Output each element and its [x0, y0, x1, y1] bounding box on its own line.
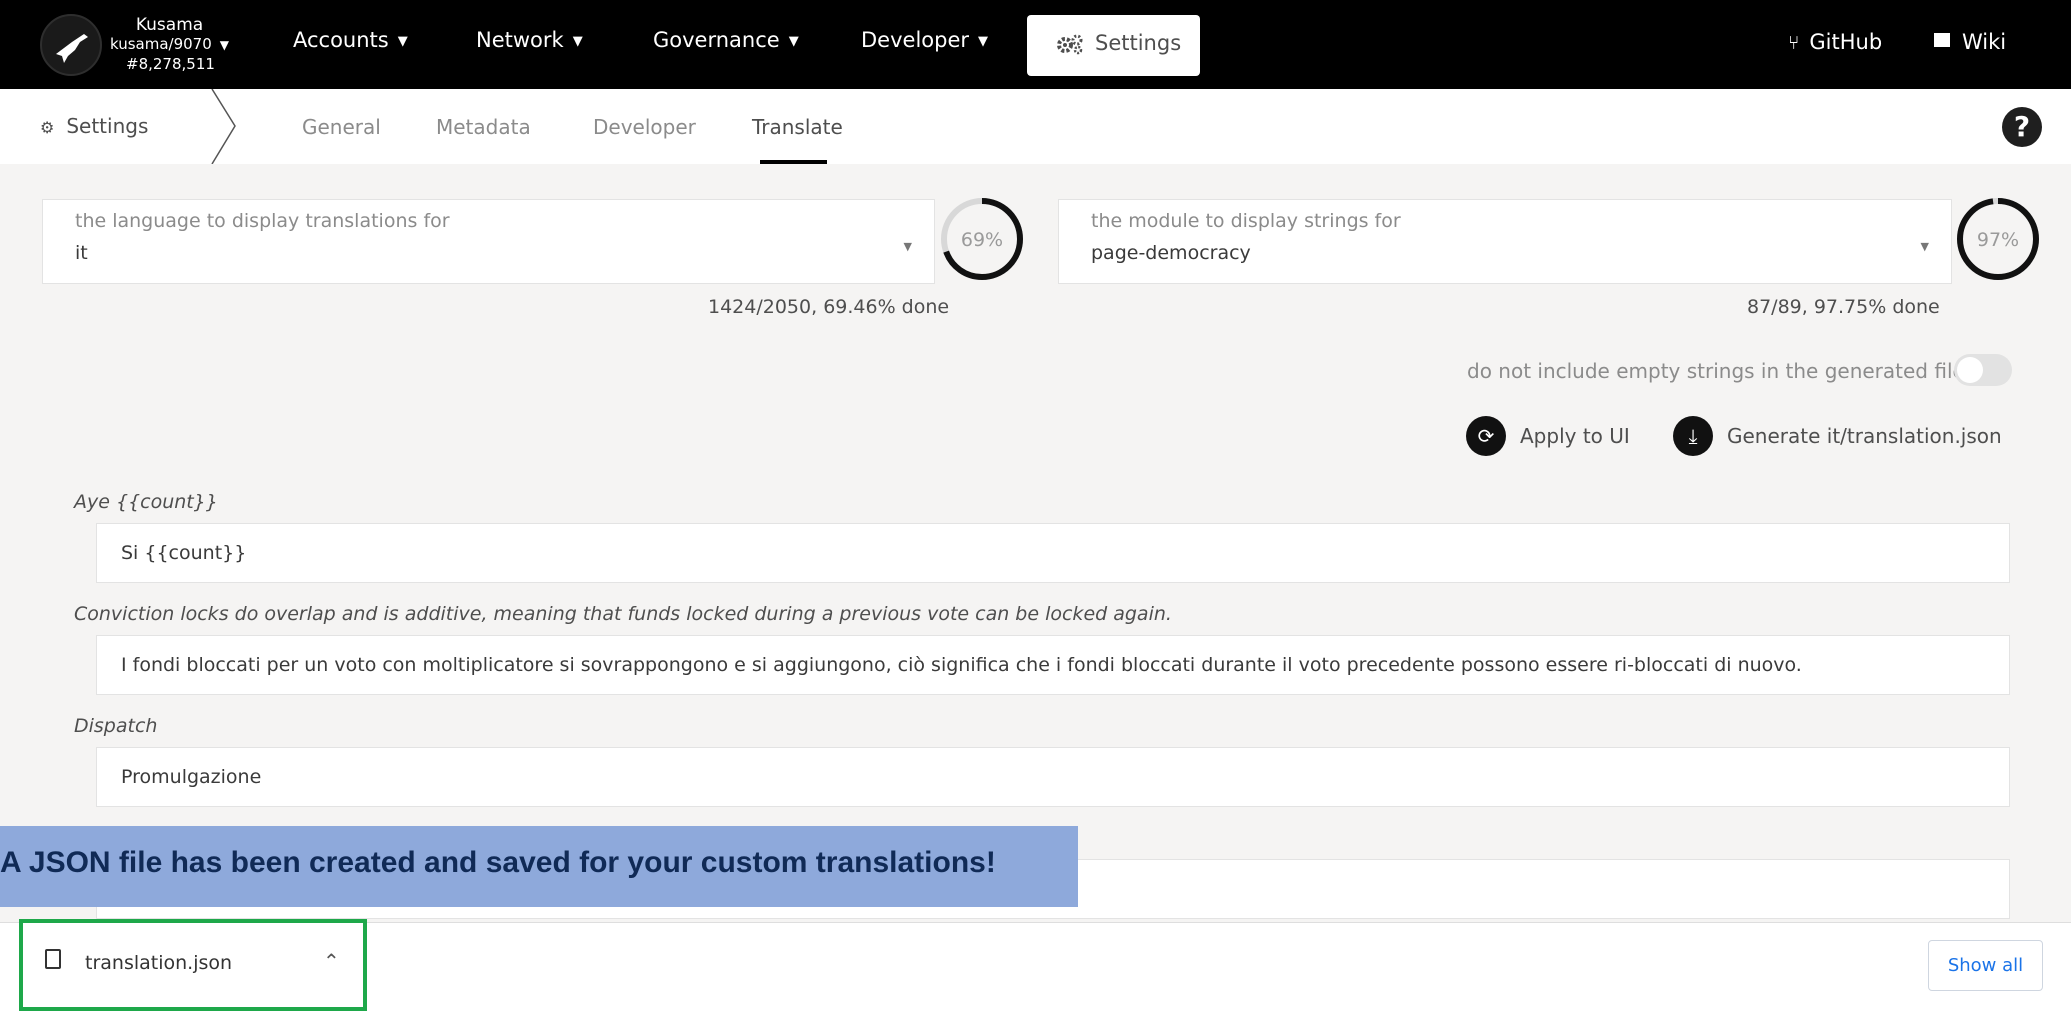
nav-governance-label: Governance — [653, 28, 780, 52]
apply-to-ui-label: Apply to UI — [1520, 424, 1630, 448]
chevron-down-icon: ▼ — [572, 34, 583, 49]
chevron-down-icon: ▼ — [1920, 240, 1929, 253]
nav-developer[interactable]: Developer ▼ — [861, 28, 988, 52]
chevron-down-icon: ▼ — [219, 38, 230, 52]
translation-key: Dispatch — [74, 715, 158, 737]
module-select[interactable]: the module to display strings for page-d… — [1058, 199, 1952, 284]
translation-input[interactable]: Si {{count}} — [96, 523, 2010, 583]
chevron-down-icon: ▼ — [978, 34, 989, 49]
git-branch-icon: ⑂ — [1788, 32, 1800, 54]
chevron-down-icon: ▼ — [788, 34, 799, 49]
instruction-banner: A JSON file has been created and saved f… — [0, 826, 1078, 907]
sub-nav: ⚙ Settings General Metadata Developer Tra… — [0, 89, 2071, 164]
github-label: GitHub — [1809, 30, 1883, 54]
language-select[interactable]: the language to display translations for… — [42, 199, 935, 284]
subnav-section: ⚙ Settings — [40, 114, 148, 138]
language-progress-percent: 69% — [961, 229, 1003, 251]
nav-governance[interactable]: Governance ▼ — [653, 28, 799, 52]
toggle-knob — [1957, 357, 1983, 383]
module-select-label: the module to display strings for — [1091, 210, 1401, 232]
language-select-value: it — [75, 242, 88, 264]
language-progress-ring: 69% — [941, 198, 1023, 280]
download-icon: ⤓ — [1673, 416, 1713, 456]
module-select-value: page-democracy — [1091, 242, 1251, 264]
file-icon — [45, 949, 61, 969]
nav-accounts-label: Accounts — [293, 28, 389, 52]
chain-name: Kusama — [135, 15, 204, 35]
language-select-label: the language to display translations for — [75, 210, 450, 232]
chain-selector[interactable]: Kusama kusama/9070 ▼ #8,278,511 — [110, 16, 229, 74]
translation-input[interactable]: I fondi bloccati per un voto con moltipl… — [96, 635, 2010, 695]
chain-runtime: kusama/9070 — [110, 35, 212, 53]
nav-settings-label: Settings — [1095, 31, 1182, 55]
download-item[interactable]: translation.json ⌃ — [19, 919, 367, 1011]
nav-network[interactable]: Network ▼ — [476, 28, 583, 52]
translation-key: Aye {{count}} — [74, 491, 218, 513]
sync-icon: ⟳ — [1466, 416, 1506, 456]
module-progress-ring: 97% — [1957, 198, 2039, 280]
wiki-link[interactable]: Wiki — [1934, 30, 2006, 54]
gears-icon: ⚙ — [40, 118, 55, 137]
nav-developer-label: Developer — [861, 28, 970, 52]
language-progress-text: 1424/2050, 69.46% done — [708, 296, 950, 318]
banner-text: A JSON file has been created and saved f… — [0, 846, 996, 879]
breadcrumb-divider — [211, 89, 236, 164]
nav-network-label: Network — [476, 28, 564, 52]
tab-general[interactable]: General — [302, 115, 381, 139]
gears-icon — [1055, 33, 1085, 60]
empty-strings-toggle[interactable] — [1954, 354, 2012, 386]
kusama-logo-icon[interactable] — [40, 14, 102, 76]
generate-file-button[interactable]: ⤓ Generate it/translation.json — [1673, 416, 2002, 456]
generate-file-label: Generate it/translation.json — [1727, 424, 2002, 448]
module-progress-percent: 97% — [1977, 229, 2019, 251]
book-icon — [1934, 33, 1950, 51]
question-circle-icon[interactable]: ? — [2002, 107, 2042, 147]
module-progress-text: 87/89, 97.75% done — [1747, 296, 1940, 318]
translation-input[interactable]: Promulgazione — [96, 747, 2010, 807]
chevron-up-icon[interactable]: ⌃ — [323, 949, 340, 973]
download-file-name: translation.json — [85, 952, 233, 974]
apply-to-ui-button[interactable]: ⟳ Apply to UI — [1466, 416, 1630, 456]
wiki-label: Wiki — [1962, 30, 2007, 54]
tab-developer[interactable]: Developer — [593, 115, 696, 139]
nav-accounts[interactable]: Accounts ▼ — [293, 28, 408, 52]
top-nav: Kusama kusama/9070 ▼ #8,278,511 Accounts ▼… — [0, 0, 2071, 89]
translation-key: Conviction locks do overlap and is addit… — [74, 603, 1172, 625]
show-all-button[interactable]: Show all — [1928, 940, 2043, 991]
github-link[interactable]: ⑂ GitHub — [1788, 30, 1882, 54]
chevron-down-icon: ▼ — [903, 240, 912, 253]
tab-metadata[interactable]: Metadata — [436, 115, 531, 139]
subnav-section-label: Settings — [66, 114, 149, 138]
empty-strings-toggle-label: do not include empty strings in the gene… — [1467, 359, 1965, 383]
nav-settings[interactable]: Settings — [1027, 15, 1200, 76]
active-tab-indicator — [760, 160, 827, 164]
chevron-down-icon: ▼ — [397, 34, 408, 49]
best-block: #8,278,511 — [126, 55, 215, 73]
tab-translate[interactable]: Translate — [752, 115, 843, 139]
